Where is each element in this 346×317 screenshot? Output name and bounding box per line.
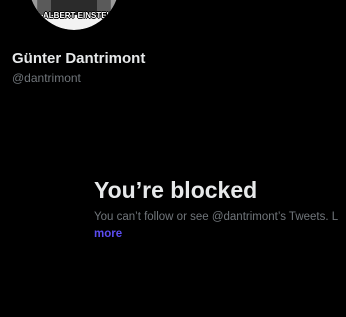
avatar-image: ALBERT EINSTEIN — [28, 0, 120, 30]
profile-handle: @dantrimont — [12, 71, 81, 85]
avatar-caption: ALBERT EINSTEIN — [43, 11, 115, 20]
profile-display-name: Günter Dantrimont — [12, 50, 146, 67]
blocked-message: You can’t follow or see @dantrimont’s Tw… — [94, 211, 339, 223]
blocked-notice: You’re blocked You can’t follow or see @… — [94, 176, 346, 241]
profile-avatar[interactable]: ALBERT EINSTEIN — [25, 0, 123, 33]
blocked-title: You’re blocked — [94, 177, 258, 203]
learn-more-link[interactable]: more — [94, 227, 346, 241]
